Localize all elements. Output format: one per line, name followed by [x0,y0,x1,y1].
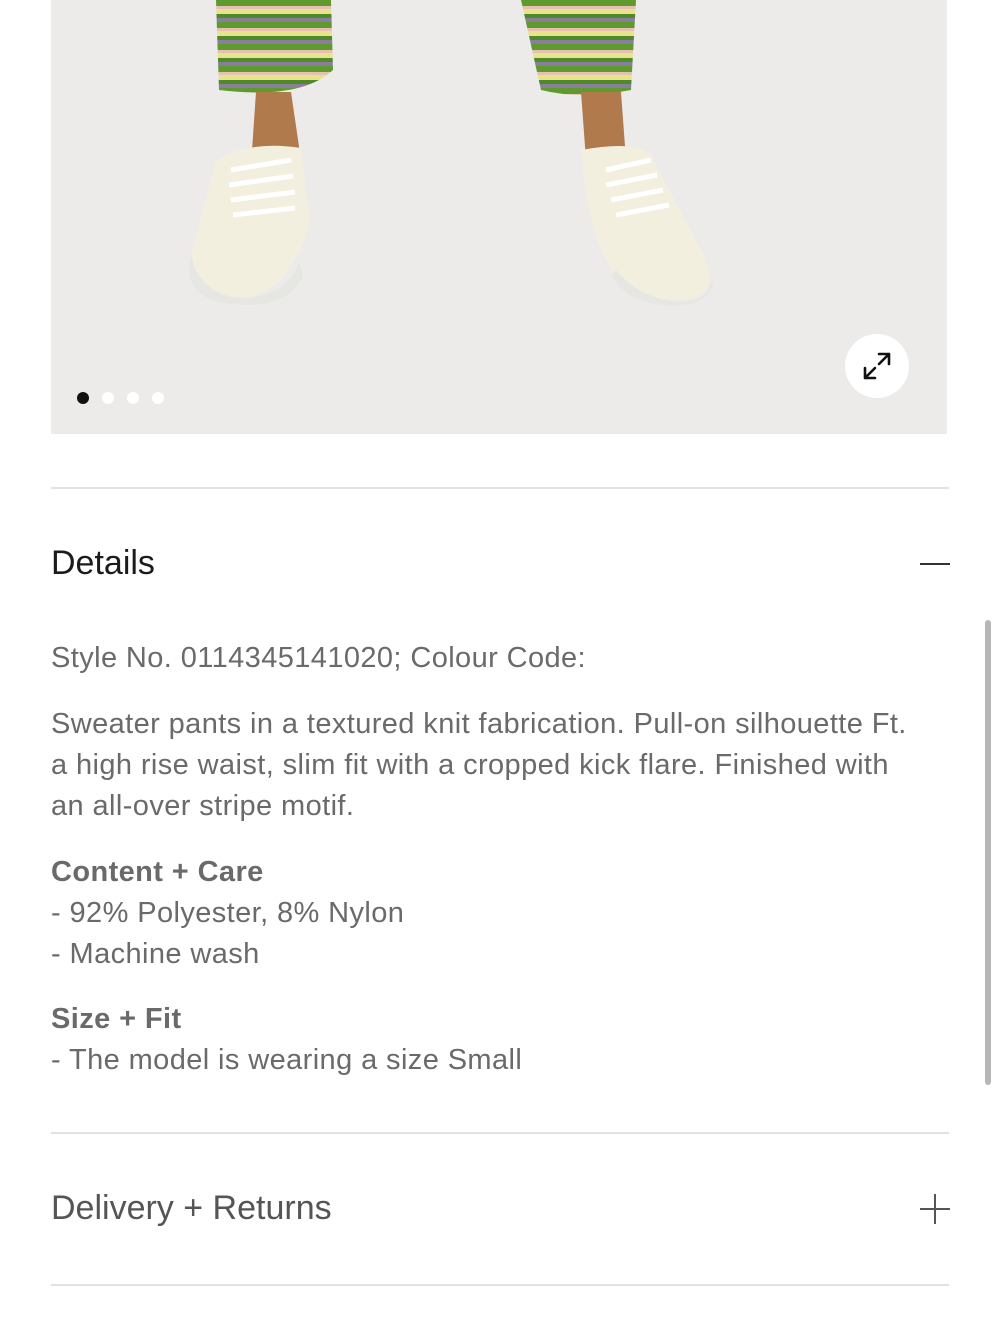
content-care-item: - 92% Polyester, 8% Nylon [51,897,405,929]
carousel-dot-2[interactable] [102,392,114,404]
expand-image-button[interactable] [845,334,909,398]
section-divider [51,1284,949,1286]
scrollbar[interactable] [985,620,991,1085]
minus-icon[interactable] [914,544,954,584]
carousel-dot-3[interactable] [127,392,139,404]
delivery-returns-header[interactable]: Delivery + Returns [51,1191,332,1225]
carousel-dot-4[interactable] [152,392,164,404]
expand-arrows-icon [863,352,891,380]
size-fit-heading: Size + Fit [51,1003,182,1035]
carousel-dot-1[interactable] [77,392,89,404]
plus-icon[interactable] [914,1189,954,1229]
content-care-heading: Content + Care [51,856,264,888]
carousel-pagination [77,392,164,404]
product-description: Sweater pants in a textured knit fabrica… [51,708,907,822]
product-image-gallery[interactable] [51,0,947,434]
style-number: Style No. 0114345141020; Colour Code: [51,642,587,674]
section-divider [51,1132,949,1134]
product-photo [51,0,947,434]
content-care-item: - Machine wash [51,938,260,970]
section-divider [51,487,949,489]
details-header[interactable]: Details [51,546,155,580]
size-fit-item: - The model is wearing a size Small [51,1044,523,1076]
